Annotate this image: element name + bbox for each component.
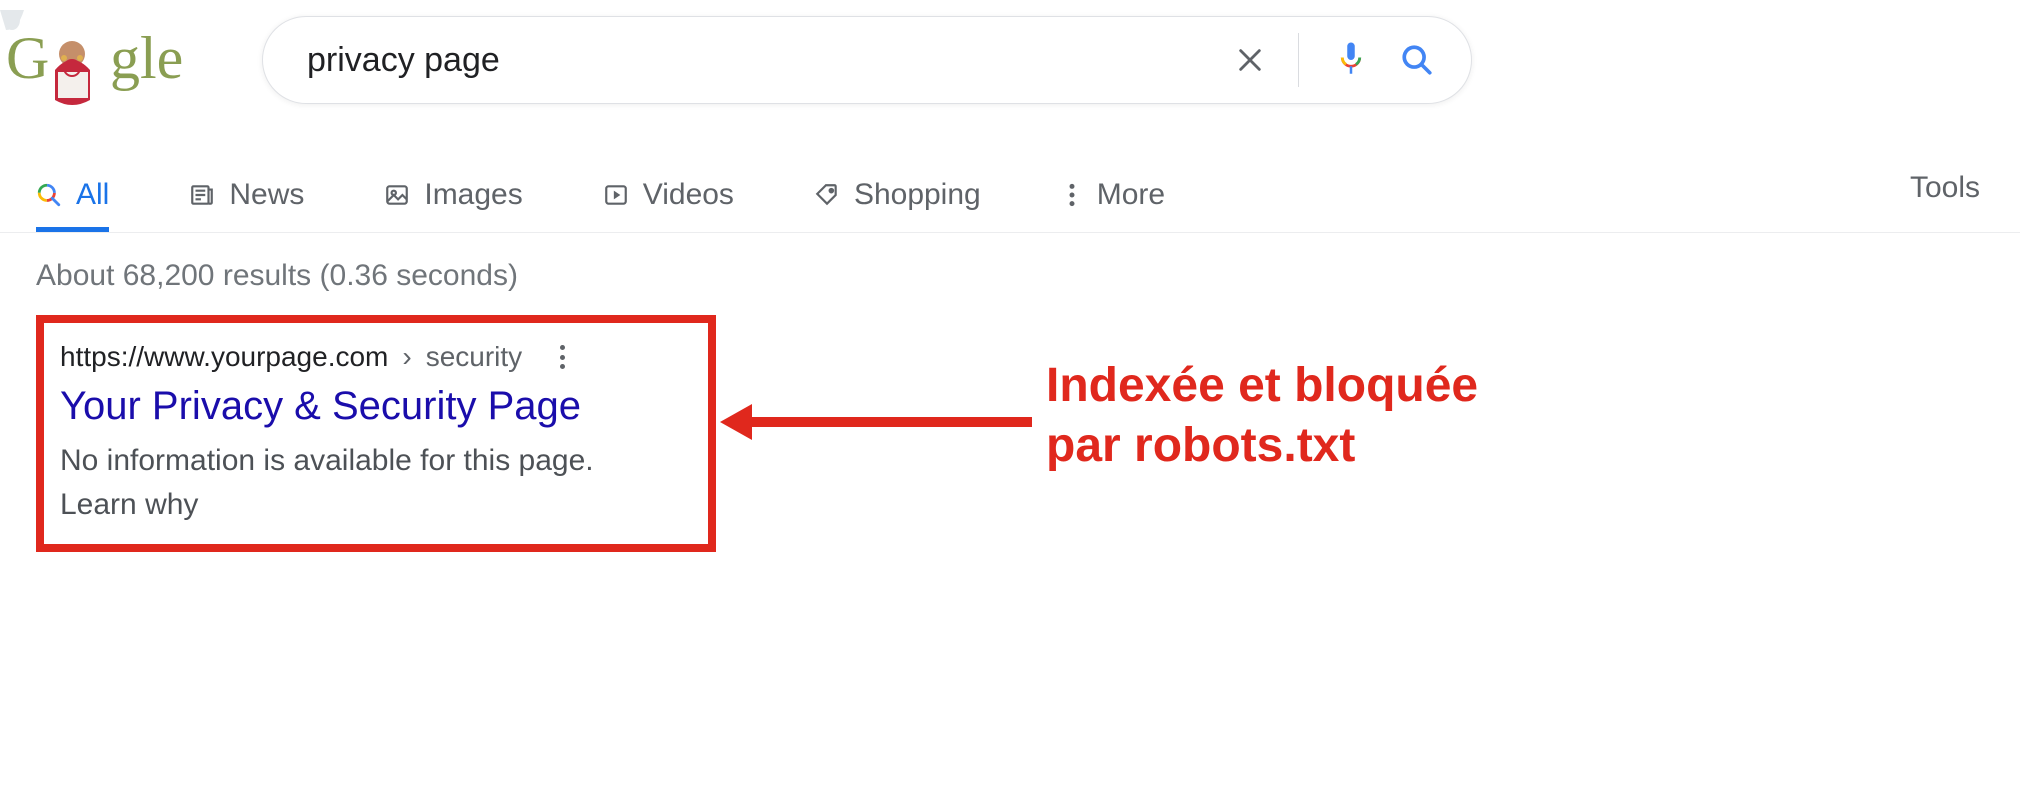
tab-label: Videos — [643, 178, 734, 212]
result-url-row: https://www.yourpage.com › security — [60, 341, 680, 373]
result-url-host[interactable]: https://www.yourpage.com — [60, 341, 388, 373]
annotation-callout: Indexée et bloquée par robots.txt — [720, 362, 1478, 482]
news-icon — [189, 182, 215, 208]
tab-news[interactable]: News — [189, 164, 304, 232]
videos-icon — [603, 182, 629, 208]
tools-button[interactable]: Tools — [1910, 171, 1980, 225]
more-dots-icon — [1061, 182, 1083, 208]
shopping-icon — [814, 182, 840, 208]
magnify-multicolor-icon — [36, 182, 62, 208]
result-title-link[interactable]: Your Privacy & Security Page — [60, 381, 680, 431]
search-tabs: All News Images Videos — [0, 110, 2020, 233]
svg-text:gle: gle — [110, 25, 183, 91]
tab-label: Images — [424, 178, 522, 212]
tab-videos[interactable]: Videos — [603, 164, 734, 232]
search-input[interactable]: privacy page — [307, 41, 1208, 80]
divider — [1298, 33, 1299, 87]
annotation-text: Indexée et bloquée par robots.txt — [1046, 356, 1478, 476]
images-icon — [384, 182, 410, 208]
tab-more[interactable]: More — [1061, 164, 1165, 232]
result-url-sep: › — [402, 341, 411, 373]
search-header: G gle privacy page — [0, 0, 2020, 110]
result-stats: About 68,200 results (0.36 seconds) — [36, 259, 2020, 293]
tab-label: More — [1097, 178, 1165, 212]
tab-label: News — [229, 178, 304, 212]
result-snippet: No information is available for this pag… — [60, 439, 680, 483]
search-icon[interactable] — [1393, 36, 1441, 84]
clear-icon[interactable] — [1226, 36, 1274, 84]
annotation-highlight-box: https://www.yourpage.com › security Your… — [36, 315, 716, 552]
tab-label: Shopping — [854, 178, 981, 212]
learn-why-link[interactable]: Learn why — [60, 483, 680, 527]
tab-all[interactable]: All — [36, 164, 109, 232]
tab-label: All — [76, 178, 109, 212]
google-doodle-logo[interactable]: G gle — [0, 10, 220, 110]
vertical-dots-icon[interactable] — [548, 343, 576, 371]
result-url-path[interactable]: security — [426, 341, 522, 373]
tab-shopping[interactable]: Shopping — [814, 164, 981, 232]
search-bar[interactable]: privacy page — [262, 16, 1472, 104]
mic-icon[interactable] — [1327, 36, 1375, 84]
tools-label: Tools — [1910, 171, 1980, 204]
annotation-line2: par robots.txt — [1046, 419, 1355, 472]
arrow-icon — [720, 404, 1032, 440]
annotation-line1: Indexée et bloquée — [1046, 359, 1478, 412]
svg-text:G: G — [6, 25, 49, 91]
tab-images[interactable]: Images — [384, 164, 522, 232]
